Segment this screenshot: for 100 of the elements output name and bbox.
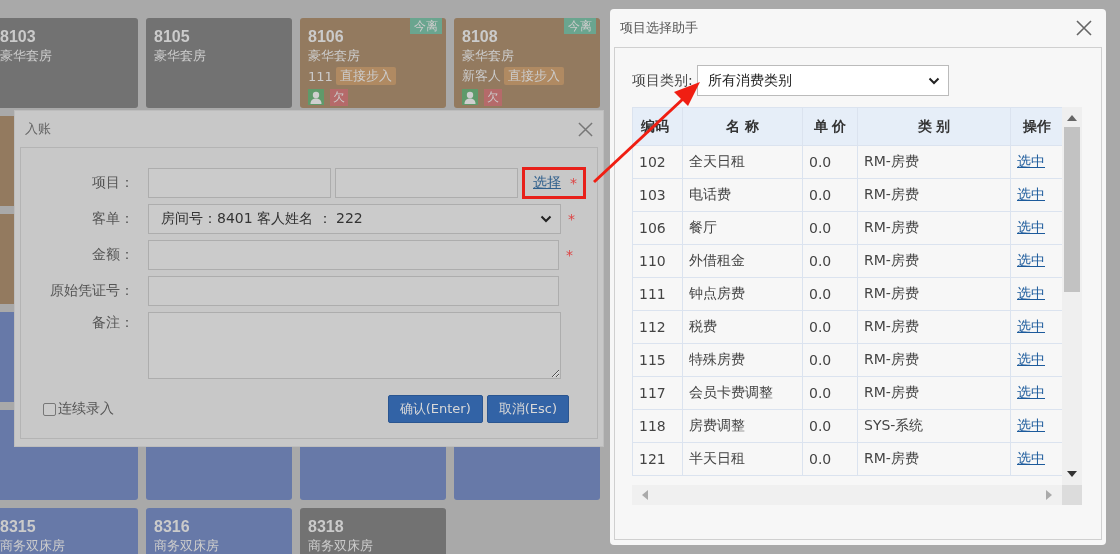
column-header: 名 称 — [682, 107, 803, 146]
cancel-button[interactable]: 取消(Esc) — [486, 395, 569, 423]
table-cell: 121 — [632, 442, 683, 476]
table-cell: 半天日租 — [682, 442, 803, 476]
input-field[interactable] — [148, 276, 559, 306]
room-type: 豪华套房 — [154, 47, 207, 65]
table-cell: 118 — [632, 409, 683, 443]
checkbox[interactable] — [43, 402, 56, 416]
table-cell: 会员卡费调整 — [682, 376, 803, 410]
owe-badge: 欠 — [484, 89, 502, 106]
owe-badge: 欠 — [330, 89, 348, 106]
table-cell: 外借租金 — [682, 244, 803, 278]
table-cell: 税费 — [682, 310, 803, 344]
category-label: 项目类别: — [632, 71, 693, 90]
room-type: 商务双床房 — [0, 537, 66, 554]
table-cell: 103 — [632, 178, 683, 212]
remarks-field[interactable] — [148, 312, 561, 379]
depart-tag: 今离 — [410, 18, 442, 34]
close-icon[interactable] — [1076, 20, 1092, 36]
column-header: 单 价 — [802, 107, 858, 146]
table-cell: 钟点房费 — [682, 277, 803, 311]
scroll-down-icon[interactable] — [1067, 471, 1077, 477]
table-cell: 餐厅 — [682, 211, 803, 245]
room-number: 8106 — [308, 27, 345, 47]
table-cell: 111 — [632, 277, 683, 311]
dialog-title: 项目选择助手 — [620, 19, 698, 37]
table-cell: 117 — [632, 376, 683, 410]
table-cell: 全天日租 — [682, 145, 803, 179]
table-cell: 0.0 — [802, 178, 858, 212]
field-label: 项目： — [91, 174, 134, 192]
table-cell: 房费调整 — [682, 409, 803, 443]
required-mark: * — [568, 211, 575, 227]
guest-name: 111 — [308, 68, 333, 84]
table-cell: RM-房费 — [857, 277, 1011, 311]
required-mark: * — [570, 175, 577, 191]
item-name-field[interactable] — [335, 168, 518, 198]
guest-name: 新客人 — [462, 67, 501, 85]
horizontal-scrollbar[interactable] — [632, 485, 1062, 505]
chevron-down-icon — [540, 215, 552, 223]
select-link[interactable]: 选择 — [533, 174, 561, 192]
room-type: 豪华套房 — [308, 47, 361, 65]
room-number: 8318 — [308, 517, 345, 537]
table-cell: RM-房费 — [857, 343, 1011, 377]
required-mark: * — [566, 247, 573, 263]
table-cell: 0.0 — [802, 310, 858, 344]
table-cell: 0.0 — [802, 442, 858, 476]
table-cell: 0.0 — [802, 145, 858, 179]
dialog-title: 入账 — [25, 120, 51, 138]
table-cell: 0.0 — [802, 244, 858, 278]
vertical-scrollbar[interactable] — [1062, 107, 1082, 485]
table-cell: 0.0 — [802, 376, 858, 410]
table-cell: RM-房费 — [857, 442, 1011, 476]
table-cell: 0.0 — [802, 409, 858, 443]
category-dropdown[interactable]: 所有消费类别 — [696, 65, 949, 96]
room-number: 8108 — [462, 27, 499, 47]
scrollbar-corner — [1062, 485, 1082, 505]
room-number: 8103 — [0, 27, 37, 47]
close-icon[interactable] — [578, 121, 593, 137]
item-code-field[interactable] — [148, 168, 331, 198]
room-type: 商务双床房 — [308, 537, 374, 554]
table-cell: RM-房费 — [857, 211, 1011, 245]
room-number: 8105 — [154, 27, 191, 47]
confirm-button[interactable]: 确认(Enter) — [387, 395, 483, 423]
field-label: 原始凭证号： — [49, 282, 134, 300]
room-number: 8316 — [154, 517, 191, 537]
table-cell: RM-房费 — [857, 145, 1011, 179]
table-cell: RM-房费 — [857, 376, 1011, 410]
chevron-down-icon — [927, 76, 940, 85]
scroll-up-icon[interactable] — [1067, 115, 1077, 121]
table-cell: RM-房费 — [857, 310, 1011, 344]
checkbox-label: 连续录入 — [58, 400, 114, 418]
column-header: 类 别 — [857, 107, 1011, 146]
guest-tag: 直接步入 — [504, 67, 564, 85]
input-field[interactable] — [148, 240, 559, 270]
scrollbar-thumb[interactable] — [1064, 127, 1080, 292]
scroll-left-icon[interactable] — [642, 490, 648, 500]
table-cell: 110 — [632, 244, 683, 278]
table-cell: RM-房费 — [857, 178, 1011, 212]
table-cell: SYS-系统 — [857, 409, 1011, 443]
table-cell: 115 — [632, 343, 683, 377]
field-label: 备注： — [91, 313, 134, 332]
table-cell: 特殊房费 — [682, 343, 803, 377]
room-type: 商务双床房 — [154, 537, 220, 554]
table-cell: 电话费 — [682, 178, 803, 212]
room-number: 8315 — [0, 517, 37, 537]
scroll-right-icon[interactable] — [1046, 490, 1052, 500]
room-type: 豪华套房 — [462, 47, 515, 65]
table-cell: 102 — [632, 145, 683, 179]
table-cell: 0.0 — [802, 211, 858, 245]
field-label: 客单： — [91, 210, 134, 228]
table-cell: 0.0 — [802, 277, 858, 311]
column-header: 操作 — [1010, 107, 1062, 146]
field-label: 金额： — [91, 246, 134, 264]
guest-tag: 直接步入 — [335, 67, 396, 85]
table-cell: 112 — [632, 310, 683, 344]
guest-bill-dropdown[interactable]: 房间号：8401 客人姓名 ： 222 — [148, 204, 561, 234]
depart-tag: 今离 — [564, 18, 596, 34]
table-cell: RM-房费 — [857, 244, 1011, 278]
room-type: 豪华套房 — [0, 47, 53, 65]
table-cell: 106 — [632, 211, 683, 245]
